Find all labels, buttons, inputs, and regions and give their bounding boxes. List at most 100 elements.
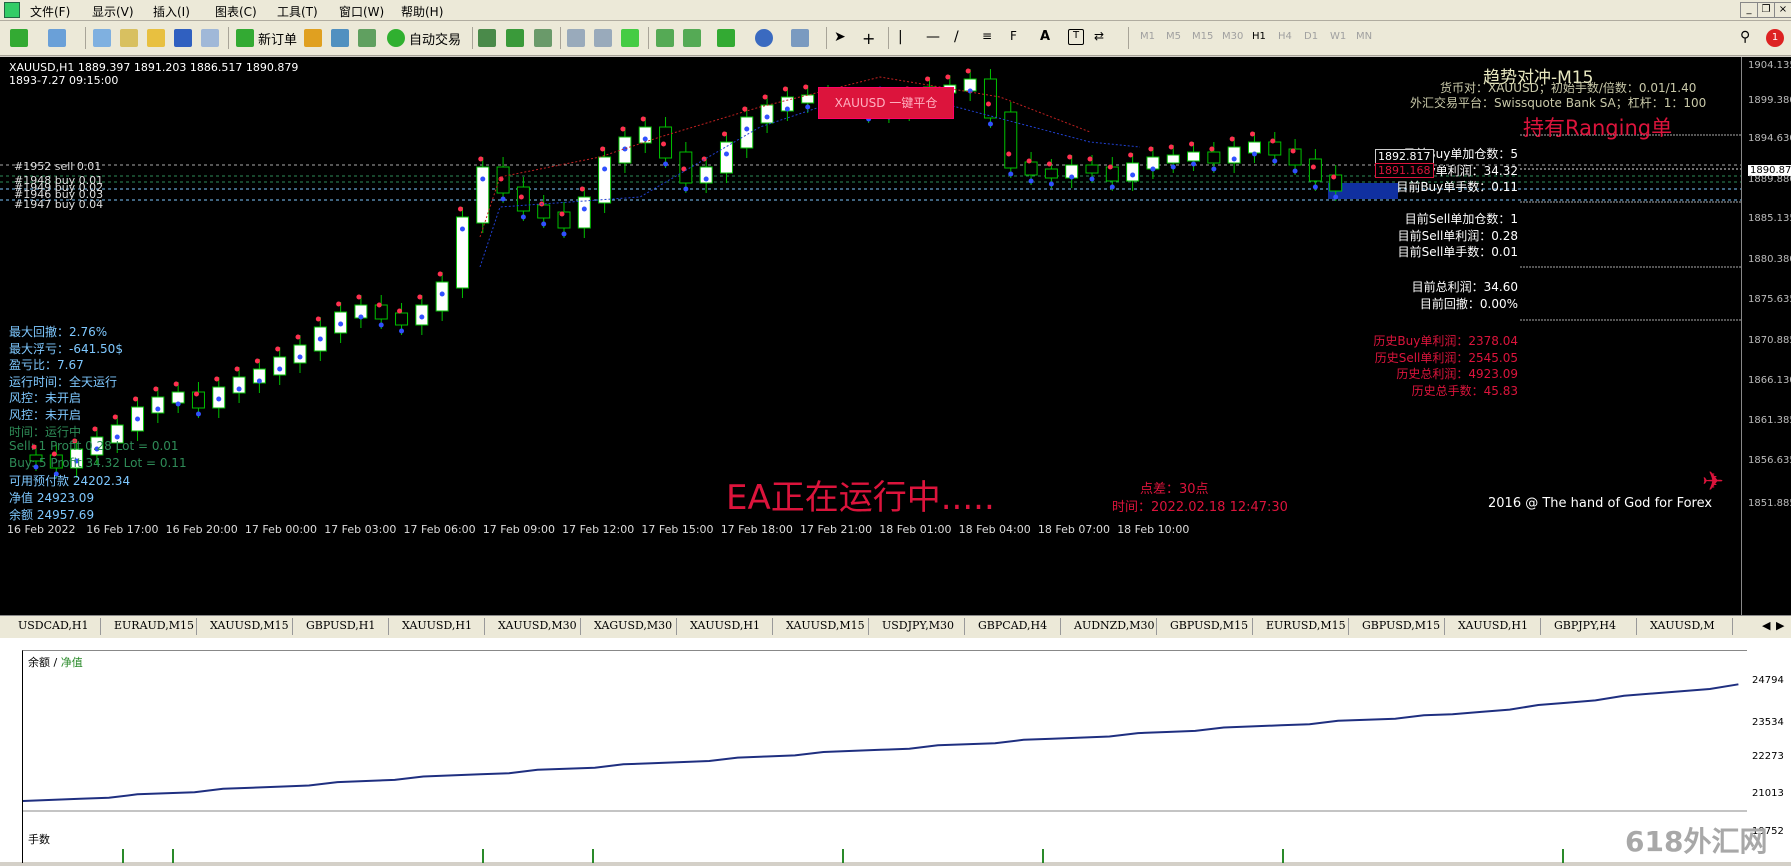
menu-charts[interactable]: 图表(C) [215,3,257,20]
buy-marker [581,206,587,212]
new-order-icon[interactable] [236,29,254,47]
price-chart[interactable]: XAUUSD,H1 1889.397 1891.203 1886.517 189… [0,57,1791,615]
candlestick-icon[interactable] [506,29,524,47]
bar-chart-icon[interactable] [478,29,496,47]
tab-divider [964,618,965,635]
search-icon[interactable]: ⚲ [1740,29,1758,47]
trendline-icon[interactable]: / [954,29,972,47]
close-all-button[interactable]: XAUUSD 一键平仓 [818,87,954,119]
auto-trade-icon[interactable] [387,29,405,47]
chart-tab[interactable]: XAUUSD,M15 [786,619,865,632]
buy-marker [744,126,750,132]
new-chart-icon[interactable] [10,29,28,47]
chart-tab[interactable]: XAUUSD,H1 [1458,619,1528,632]
chart-tab[interactable]: XAUUSD,H1 [690,619,760,632]
terminal-icon[interactable] [174,29,192,47]
menu-help[interactable]: 帮助(H) [401,3,443,20]
chart-tab[interactable]: EURUSD,M15 [1266,619,1346,632]
timeframe-m30[interactable]: M30 [1222,31,1243,42]
auto-scroll-icon[interactable] [656,29,674,47]
zoom-in-icon[interactable] [567,29,585,47]
sell-marker [518,194,524,200]
timeframe-d1[interactable]: D1 [1304,31,1318,42]
close-button[interactable]: × [1774,2,1791,18]
buy-marker [1333,194,1339,200]
sell-marker [762,94,768,100]
tab-scroll-left-icon[interactable]: ◀ [1762,619,1770,632]
signals-icon[interactable] [331,29,349,47]
notification-icon[interactable]: 1 [1766,29,1784,47]
candle [1247,141,1261,154]
chart-tab[interactable]: XAGUSD,M30 [594,619,672,632]
market-icon[interactable] [358,29,376,47]
chart-tab[interactable]: XAUUSD,M [1650,619,1715,632]
tab-divider [868,618,869,635]
timeframe-m15[interactable]: M15 [1192,31,1213,42]
metaeditor-icon[interactable] [304,29,322,47]
vertical-line-icon[interactable]: | [898,29,916,47]
minimize-button[interactable]: _ [1740,2,1758,18]
chart-tab[interactable]: GBPUSD,M15 [1170,619,1248,632]
tab-scroll-right-icon[interactable]: ▶ [1776,619,1784,632]
timeframe-h1[interactable]: H1 [1252,31,1266,42]
chart-tab[interactable]: GBPUSD,H1 [306,619,375,632]
price-tick: 1851.885 [1748,498,1791,509]
restore-button[interactable]: ❐ [1757,2,1775,18]
timeframe-mn[interactable]: MN [1356,31,1372,42]
ea-running-label: EA正在运行中..... [726,478,995,518]
crosshair-icon[interactable]: + [862,29,880,48]
menu-tools[interactable]: 工具(T) [277,3,318,20]
menu-file[interactable]: 文件(F) [30,3,70,20]
timeframe-m5[interactable]: M5 [1166,31,1181,42]
cursor-icon[interactable]: ➤ [834,29,852,47]
chart-shift-icon[interactable] [683,29,701,47]
timeframe-h4[interactable]: H4 [1278,31,1292,42]
time-tick: 17 Feb 09:00 [482,523,555,536]
timeframe-w1[interactable]: W1 [1330,31,1346,42]
channel-icon[interactable]: ≡ [982,29,1000,47]
chart-tab[interactable]: GBPJPY,H4 [1554,619,1616,632]
buy-marker [663,161,669,167]
arrows-icon[interactable]: ⇄ [1094,29,1112,47]
menu-window[interactable]: 窗口(W) [339,3,384,20]
navigator-icon[interactable] [120,29,138,47]
zoom-out-icon[interactable] [594,29,612,47]
sell-marker [214,376,220,382]
menu-insert[interactable]: 插入(I) [153,3,190,20]
sell-marker [925,76,931,82]
price-tick: 1875.635 [1748,294,1791,305]
indicators-icon[interactable] [717,29,735,47]
templates-icon[interactable] [791,29,809,47]
chart-tab[interactable]: AUDNZD,M30 [1074,619,1155,632]
timeframe-m1[interactable]: M1 [1140,31,1155,42]
market-watch-icon[interactable] [93,29,111,47]
sell-marker [1168,144,1174,150]
chart-tab[interactable]: USDJPY,M30 [882,619,954,632]
label-icon[interactable]: T [1068,29,1084,45]
panel-stat-line: 目前Sell单利润：0.28 [1397,228,1518,243]
candle [273,356,287,376]
chart-tab[interactable]: GBPCAD,H4 [978,619,1047,632]
buy-marker [480,176,486,182]
chart-tab[interactable]: EURAUD,M15 [114,619,194,632]
sell-marker [397,308,403,314]
chart-tab[interactable]: USDCAD,H1 [18,619,89,632]
fibo-icon[interactable]: F [1010,29,1028,47]
ea-stat-line: 最大回撤：2.76% [9,325,108,339]
chart-tab[interactable]: XAUUSD,M30 [498,619,577,632]
line-chart-icon[interactable] [534,29,552,47]
text-icon[interactable]: A [1040,29,1058,47]
new-order-button[interactable]: 新订单 [258,29,297,48]
chart-tab[interactable]: GBPUSD,M15 [1362,619,1440,632]
menu-view[interactable]: 显示(V) [92,3,134,20]
profiles-icon[interactable] [48,29,66,47]
chart-tab[interactable]: XAUUSD,H1 [402,619,472,632]
favorites-icon[interactable] [147,29,165,47]
auto-trade-button[interactable]: 自动交易 [409,29,461,48]
tile-windows-icon[interactable] [621,29,639,47]
periods-icon[interactable] [755,29,773,47]
ea-stat-line: 风控：未开启 [9,391,82,406]
horizontal-line-icon[interactable]: — [926,29,944,47]
tester-icon[interactable] [201,29,219,47]
chart-tab[interactable]: XAUUSD,M15 [210,619,289,632]
